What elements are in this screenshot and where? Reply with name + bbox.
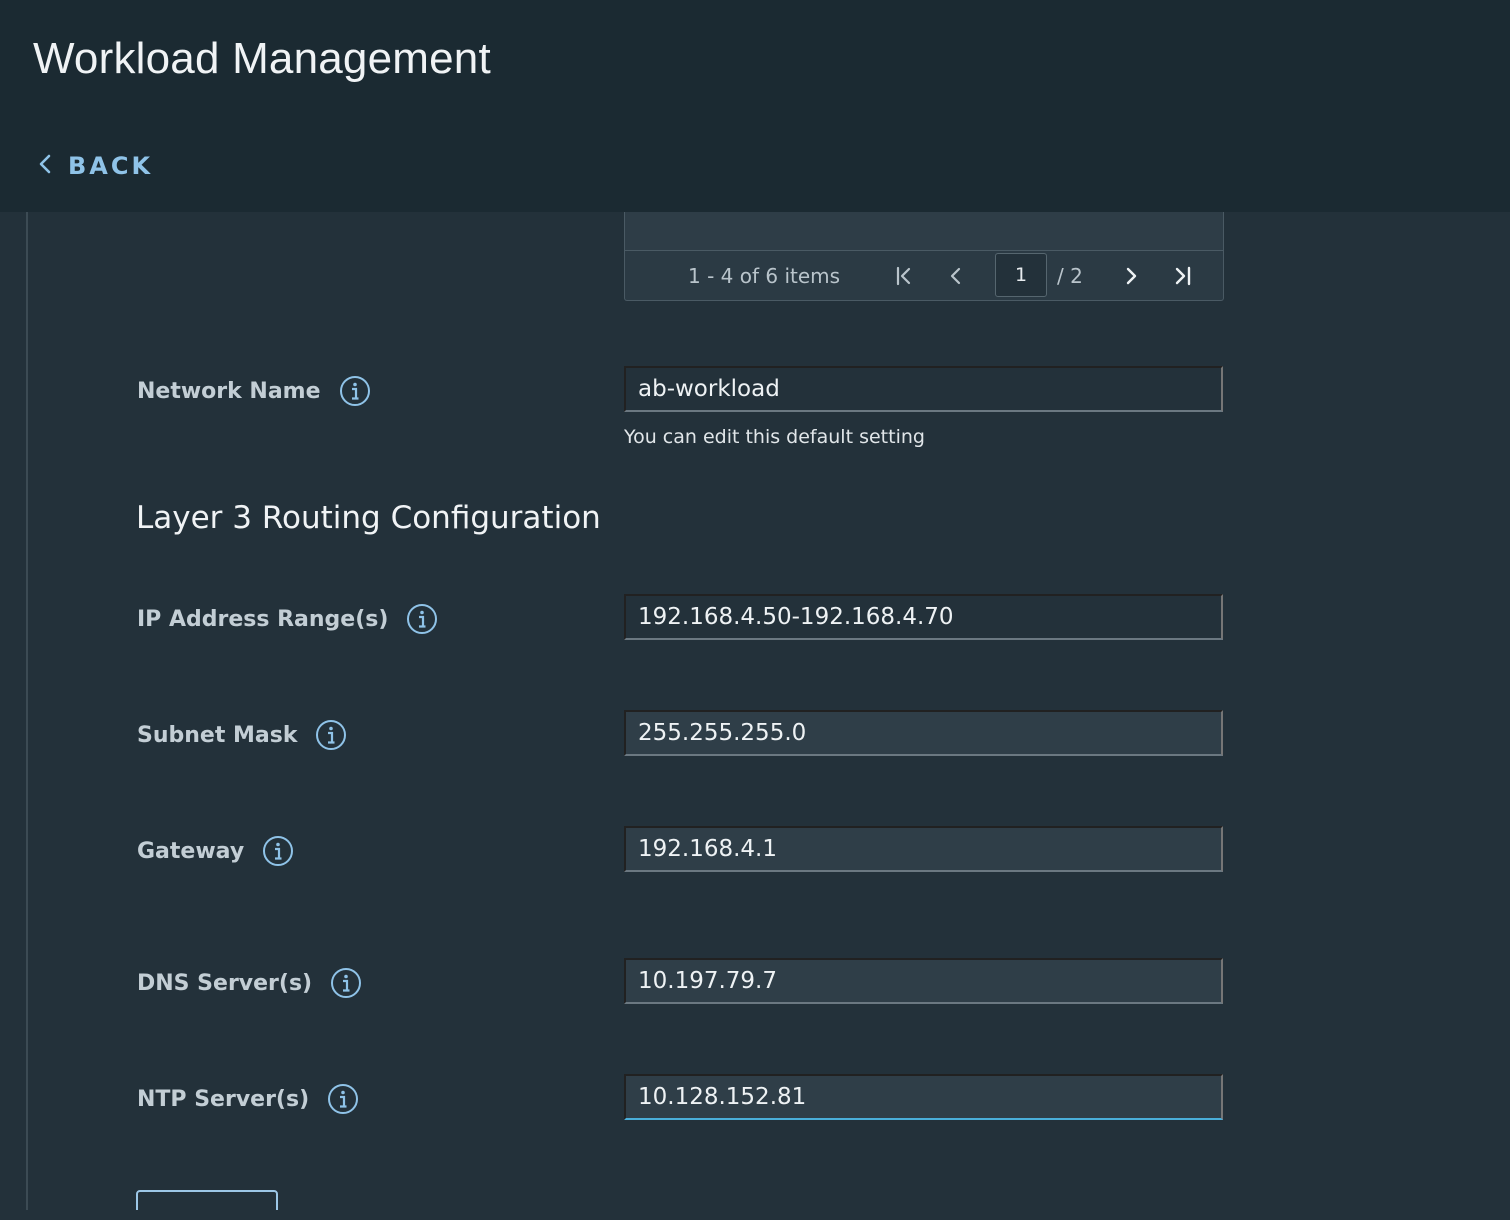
subnet-mask-field[interactable] [624,710,1223,756]
pagination-summary: 1 - 4 of 6 items [688,264,841,288]
info-circle-icon[interactable] [262,835,294,867]
network-name-label-group: Network Name [137,375,371,407]
ip-range-field[interactable] [624,594,1223,640]
info-circle-icon[interactable] [330,967,362,999]
datagrid-pagination: 1 - 4 of 6 items / 2 [625,251,1223,300]
wizard-step-rule [26,212,28,1220]
layer3-routing-section-title: Layer 3 Routing Configuration [136,500,601,536]
gateway-field[interactable] [624,826,1223,872]
gateway-label-group: Gateway [137,835,294,867]
ntp-servers-label-group: NTP Server(s) [137,1083,359,1115]
ntp-servers-label: NTP Server(s) [137,1086,310,1112]
dns-servers-label-group: DNS Server(s) [137,967,362,999]
ip-range-label-group: IP Address Range(s) [137,603,438,635]
page-header: Workload Management BACK [0,0,1510,212]
subnet-mask-label: Subnet Mask [137,722,298,748]
chevron-left-icon [36,153,54,179]
network-name-label: Network Name [137,378,321,404]
info-circle-icon[interactable] [315,719,347,751]
content-bottom-edge [0,1210,1510,1220]
network-datagrid: 1 - 4 of 6 items / 2 [624,212,1224,301]
dns-servers-field[interactable] [624,958,1223,1004]
page-next-icon[interactable] [1118,263,1144,289]
page-first-icon[interactable] [891,263,917,289]
info-circle-icon[interactable] [406,603,438,635]
workload-management-app: Workload Management BACK 1 - 4 of 6 item… [0,0,1510,1220]
ntp-servers-field[interactable] [624,1074,1223,1120]
network-name-helper-text: You can edit this default setting [624,426,925,448]
gateway-label: Gateway [137,838,245,864]
dns-servers-label: DNS Server(s) [137,970,313,996]
info-circle-icon[interactable] [327,1083,359,1115]
back-label: BACK [68,152,154,180]
back-button[interactable]: BACK [36,148,153,184]
network-name-field[interactable] [624,366,1223,412]
page-number-input[interactable] [995,253,1047,297]
pagination-total: / 2 [1057,264,1083,288]
page-last-icon[interactable] [1170,263,1196,289]
page-title: Workload Management [33,34,491,83]
ip-range-label: IP Address Range(s) [137,606,389,632]
info-circle-icon[interactable] [339,375,371,407]
datagrid-body[interactable] [625,212,1223,251]
subnet-mask-label-group: Subnet Mask [137,719,347,751]
wizard-content: 1 - 4 of 6 items / 2 Network Name [0,212,1510,1220]
page-previous-icon[interactable] [943,263,969,289]
